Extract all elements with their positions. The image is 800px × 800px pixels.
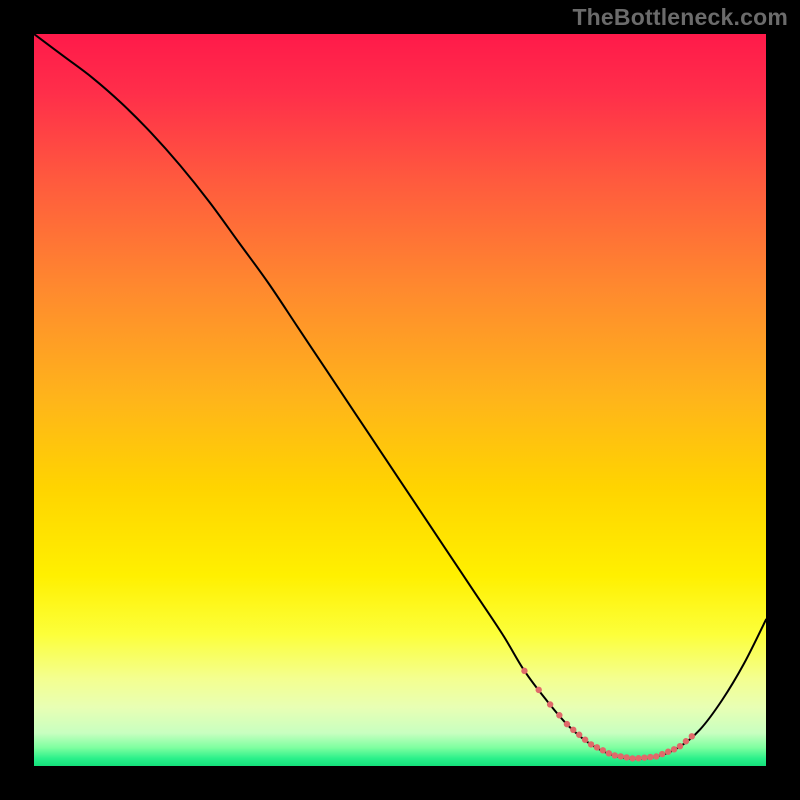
chart-frame: TheBottleneck.com <box>0 0 800 800</box>
watermark-text: TheBottleneck.com <box>572 4 788 31</box>
bottleneck-curve <box>34 34 766 766</box>
plot-area <box>34 34 766 766</box>
